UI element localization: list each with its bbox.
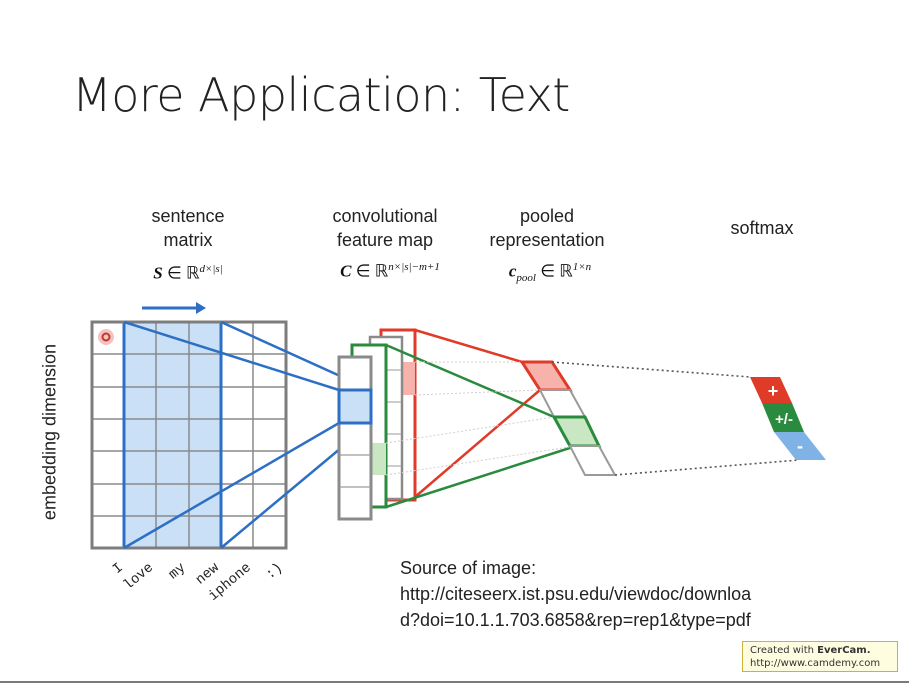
watermark-prefix: Created with bbox=[750, 645, 818, 656]
sentence-matrix bbox=[90, 320, 288, 550]
feature-map-blue bbox=[337, 355, 373, 521]
bottom-divider bbox=[0, 681, 909, 683]
softmax-positive: + bbox=[768, 381, 779, 401]
softmax-neutral: +/- bbox=[775, 411, 793, 428]
watermark-line-1: Created with EverCam. bbox=[750, 644, 897, 657]
watermark-brand: EverCam. bbox=[817, 645, 871, 656]
evercam-watermark[interactable]: Created with EverCam. http://www.camdemy… bbox=[742, 641, 898, 672]
source-url-line-2[interactable]: d?doi=10.1.1.703.6858&rep=rep1&type=pdf bbox=[400, 607, 840, 633]
source-url-line-1[interactable]: http://citeseerx.ist.psu.edu/viewdoc/dow… bbox=[400, 581, 840, 607]
source-heading: Source of image: bbox=[400, 558, 537, 578]
softmax-negative: - bbox=[797, 436, 803, 456]
cursor-marker bbox=[98, 329, 114, 345]
watermark-url: http://www.camdemy.com bbox=[750, 658, 881, 669]
softmax-output: + +/- - bbox=[750, 377, 826, 460]
source-citation: Source of image: http://citeseerx.ist.ps… bbox=[400, 555, 840, 633]
direction-arrow-icon bbox=[142, 302, 206, 314]
